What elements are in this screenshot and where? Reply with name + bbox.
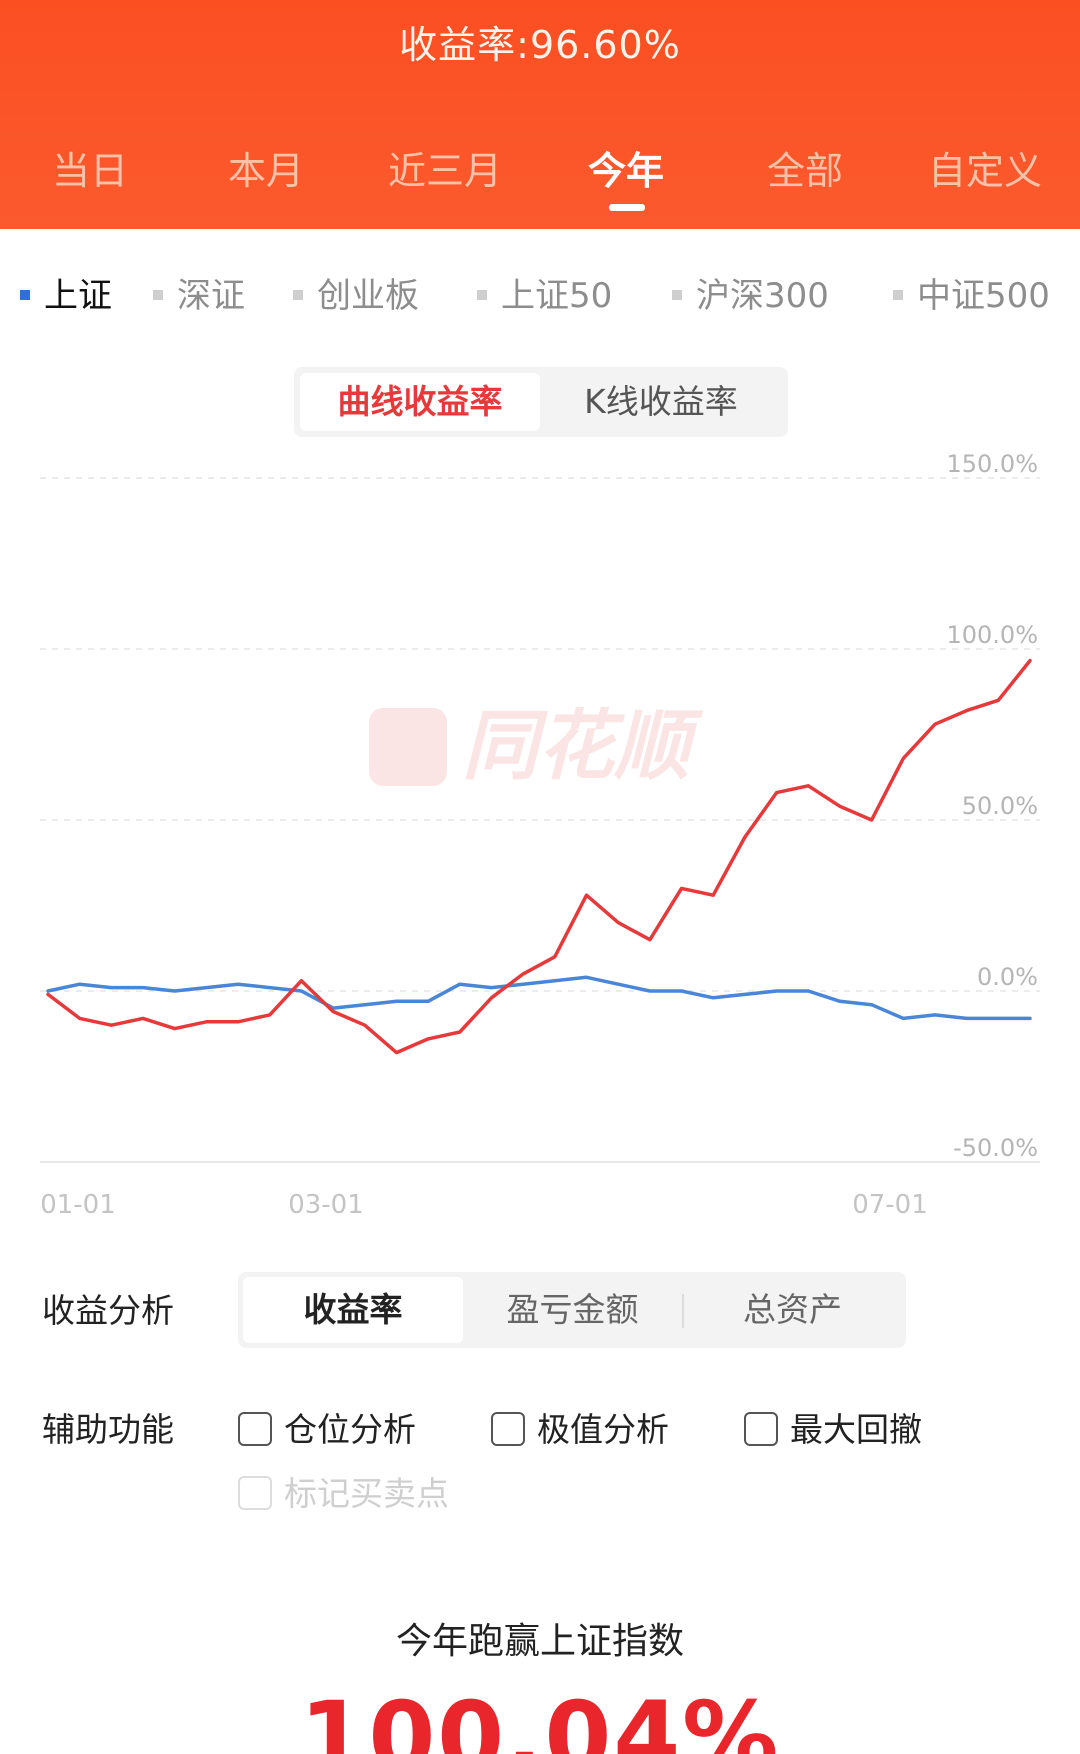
- watermark-logo-icon: [369, 708, 447, 786]
- extreme-value-checkbox[interactable]: 极值分析: [491, 1403, 669, 1451]
- aux-functions-label: 辅助功能: [42, 1410, 174, 1449]
- total-yield-label: 收益率:96.60%: [399, 23, 681, 67]
- x-axis-tick-label: 07-01: [852, 1190, 928, 1220]
- chart-mode-toggle: 曲线收益率 K线收益率: [294, 367, 788, 437]
- watermark-text: 同花顺: [462, 704, 704, 789]
- index-tab-shenzhen[interactable]: 深证: [153, 268, 245, 317]
- app-root: 收益率:96.60% 当日 本月 近三月 今年 全部 自定义 上证 深证 创业板…: [0, 0, 1080, 1754]
- chart-ticks: 150.0% 100.0% 50.0% 0.0% -50.0% 01-01 03-01 07-…: [40, 450, 1038, 1220]
- legend-marker: [153, 289, 163, 300]
- checkbox-box: [491, 1411, 525, 1446]
- yield-rate-option[interactable]: 收益率: [243, 1277, 463, 1343]
- analysis-segmented-control: 收益率 盈亏金额 总资产: [238, 1272, 906, 1348]
- x-axis-tick-label: 01-01: [40, 1190, 116, 1220]
- tab-this-year[interactable]: 今年: [588, 140, 664, 195]
- yield-line-chart[interactable]: 同花顺 150.0% 100.0% 50.0% 0.0% -50.0% 01-01 03-0…: [0, 440, 1080, 1230]
- profit-amount-option[interactable]: 盈亏金额: [463, 1277, 682, 1343]
- position-analysis-checkbox[interactable]: 仓位分析: [238, 1403, 416, 1451]
- index-tab-label: 沪深300: [696, 276, 829, 316]
- legend-marker: [293, 289, 303, 300]
- checkbox-label: 仓位分析: [284, 1410, 416, 1449]
- y-axis-tick-label: -50.0%: [953, 1134, 1038, 1162]
- y-axis-tick-label: 50.0%: [962, 792, 1038, 820]
- mark-trade-points-checkbox: 标记买卖点: [238, 1467, 449, 1515]
- checkbox-box: [744, 1411, 778, 1446]
- legend-marker: [672, 289, 682, 300]
- checkbox-label: 标记买卖点: [284, 1474, 449, 1513]
- checkbox-box: [238, 1411, 272, 1446]
- active-tab-indicator: [609, 204, 645, 211]
- index-tab-label: 创业板: [317, 276, 419, 316]
- tab-today[interactable]: 当日: [52, 140, 128, 195]
- index-tab-shanghai[interactable]: 上证: [20, 268, 112, 317]
- tab-this-month[interactable]: 本月: [228, 140, 304, 195]
- legend-marker: [20, 289, 30, 300]
- beat-index-value: 100.04%: [299, 1681, 781, 1754]
- tab-all[interactable]: 全部: [767, 140, 843, 195]
- chart-watermark: 同花顺: [369, 704, 704, 789]
- index-tab-chinext[interactable]: 创业板: [293, 268, 419, 317]
- y-axis-tick-label: 150.0%: [946, 450, 1038, 478]
- y-axis-tick-label: 100.0%: [946, 621, 1038, 649]
- y-axis-tick-label: 0.0%: [977, 963, 1038, 991]
- tab-last-three-months[interactable]: 近三月: [388, 140, 502, 195]
- tab-custom[interactable]: 自定义: [928, 140, 1042, 195]
- checkbox-label: 最大回撤: [790, 1410, 922, 1449]
- legend-marker: [893, 289, 903, 300]
- checkbox-label: 极值分析: [537, 1410, 669, 1449]
- index-tab-label: 深证: [177, 276, 245, 316]
- index-yield-line: [46, 975, 1032, 1021]
- total-assets-option[interactable]: 总资产: [684, 1277, 901, 1343]
- chart-grid: [40, 477, 1040, 1163]
- index-tab-csi500[interactable]: 中证500: [893, 268, 1050, 317]
- checkbox-box: [238, 1475, 272, 1510]
- index-tab-label: 上证50: [501, 276, 613, 316]
- analysis-label: 收益分析: [42, 1291, 174, 1330]
- max-drawdown-checkbox[interactable]: 最大回撤: [744, 1403, 922, 1451]
- index-tab-csi300[interactable]: 沪深300: [672, 268, 829, 317]
- index-tab-sse50[interactable]: 上证50: [477, 268, 612, 317]
- legend-marker: [477, 289, 487, 300]
- kline-yield-button[interactable]: K线收益率: [540, 373, 782, 431]
- index-tab-label: 上证: [44, 276, 112, 316]
- index-tab-label: 中证500: [917, 276, 1050, 316]
- x-axis-tick-label: 03-01: [288, 1190, 364, 1220]
- header-bar: 收益率:96.60% 当日 本月 近三月 今年 全部 自定义: [0, 0, 1080, 229]
- beat-index-title: 今年跑赢上证指数: [395, 1621, 684, 1662]
- curve-yield-button[interactable]: 曲线收益率: [300, 373, 540, 431]
